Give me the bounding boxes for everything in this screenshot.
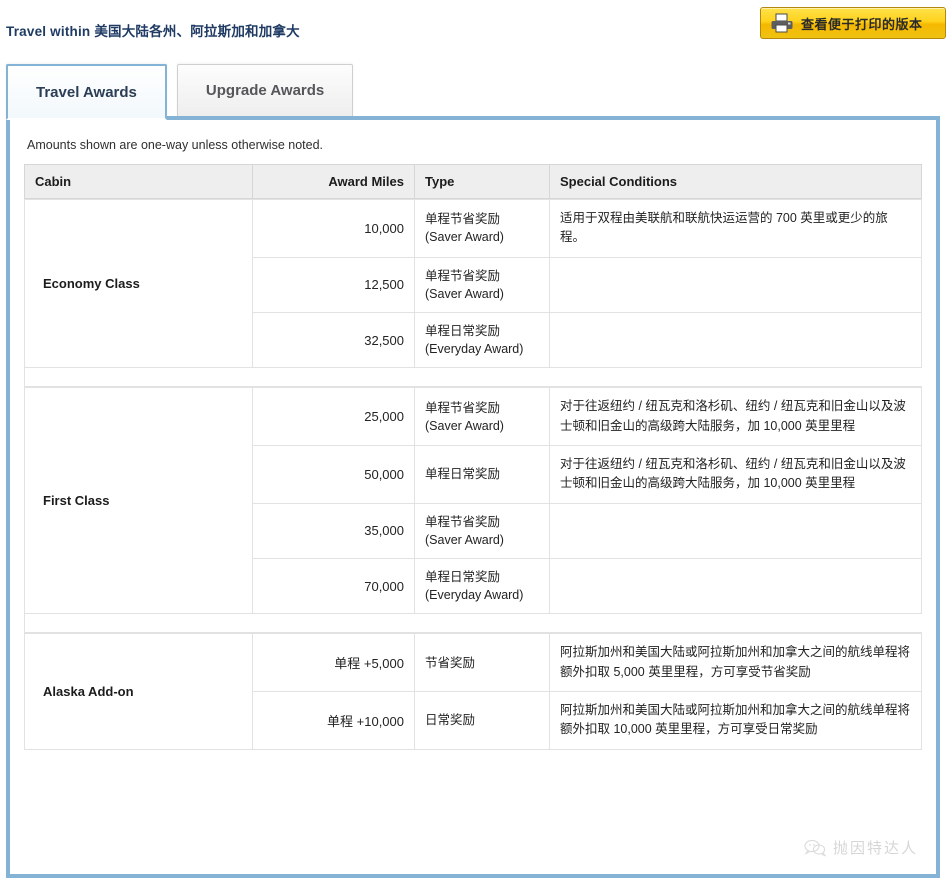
tab-bar: Travel Awards Upgrade Awards (6, 63, 354, 120)
cell-award-miles: 单程 +5,000 (252, 633, 414, 692)
cell-cabin: First Class (24, 387, 252, 615)
cell-award-miles: 70,000 (252, 559, 414, 615)
column-header-special-conditions: Special Conditions (549, 164, 922, 199)
column-header-award-miles: Award Miles (252, 164, 414, 199)
group-separator (24, 368, 922, 388)
column-header-cabin: Cabin (24, 164, 252, 199)
cell-award-miles: 32,500 (252, 313, 414, 369)
top-bar: Travel within 美国大陆各州、阿拉斯加和加拿大 查看便于打印的版本 (0, 0, 946, 45)
cell-type: 单程节省奖励 (Saver Award) (414, 387, 549, 446)
table-row: Alaska Add-on 单程 +5,000 节省奖励 阿拉斯加州和美国大陆或阿拉斯… (24, 633, 922, 750)
cell-award-miles: 10,000 (252, 199, 414, 258)
group-separator-cell (24, 368, 922, 388)
cell-award-miles: 12,500 (252, 257, 414, 313)
column-header-type: Type (414, 164, 549, 199)
cell-type: 单程节省奖励 (Saver Award) (414, 257, 549, 313)
tab-upgrade-awards-label: Upgrade Awards (205, 82, 325, 99)
amounts-note: Amounts shown are one-way unless otherwi… (27, 138, 323, 152)
group-separator (24, 614, 922, 634)
table-row: First Class 25,000 单程节省奖励 (Saver Award) 对于往返… (24, 387, 922, 615)
cell-special-conditions (549, 313, 922, 369)
table-header-row: Cabin Award Miles Type Special Condition… (24, 164, 922, 199)
cell-type: 日常奖励 (414, 692, 549, 750)
cell-special-conditions (549, 503, 922, 559)
cell-cabin: Alaska Add-on (24, 633, 252, 750)
cell-award-miles: 50,000 (252, 446, 414, 504)
cell-award-miles: 单程 +10,000 (252, 692, 414, 750)
cell-type: 单程节省奖励 (Saver Award) (414, 199, 549, 258)
printer-icon (771, 13, 793, 33)
cell-special-conditions: 适用于双程由美联航和联航快运运营的 700 英里或更少的旅程。 (549, 199, 922, 258)
cell-special-conditions: 对于往返纽约 / 纽瓦克和洛杉矶、纽约 / 纽瓦克和旧金山以及波士顿和旧金山的高… (549, 387, 922, 446)
tab-panel: Amounts shown are one-way unless otherwi… (6, 116, 940, 878)
page-title: Travel within 美国大陆各州、阿拉斯加和加拿大 (6, 20, 300, 40)
print-version-button[interactable]: 查看便于打印的版本 (760, 7, 946, 39)
table-body: Economy Class 10,000 单程节省奖励 (Saver Award) 适用… (24, 199, 922, 750)
cell-type: 节省奖励 (414, 633, 549, 692)
cell-type: 单程日常奖励 (Everyday Award) (414, 559, 549, 615)
cell-special-conditions: 阿拉斯加州和美国大陆或阿拉斯加州和加拿大之间的航线单程将额外扣取 10,000 … (549, 692, 922, 750)
cell-award-miles: 35,000 (252, 503, 414, 559)
page-title-zh: 美国大陆各州、阿拉斯加和加拿大 (94, 24, 300, 39)
tab-travel-awards[interactable]: Travel Awards (6, 64, 167, 120)
award-chart-table: Cabin Award Miles Type Special Condition… (24, 164, 922, 750)
tab-travel-awards-label: Travel Awards (36, 83, 137, 101)
page-title-en: Travel within (6, 24, 91, 39)
cell-special-conditions (549, 559, 922, 615)
print-version-label: 查看便于打印的版本 (801, 16, 923, 32)
cell-type: 单程节省奖励 (Saver Award) (414, 503, 549, 559)
tab-upgrade-awards[interactable]: Upgrade Awards (176, 64, 354, 116)
cell-type: 单程日常奖励 (414, 446, 549, 504)
page-root: Travel within 美国大陆各州、阿拉斯加和加拿大 查看便于打印的版本 … (0, 0, 946, 889)
cell-special-conditions: 对于往返纽约 / 纽瓦克和洛杉矶、纽约 / 纽瓦克和旧金山以及波士顿和旧金山的高… (549, 446, 922, 504)
table-row: Economy Class 10,000 单程节省奖励 (Saver Award) 适用… (24, 199, 922, 369)
cell-type: 单程日常奖励 (Everyday Award) (414, 313, 549, 369)
cell-special-conditions: 阿拉斯加州和美国大陆或阿拉斯加州和加拿大之间的航线单程将额外扣取 5,000 英… (549, 633, 922, 692)
cell-special-conditions (549, 257, 922, 313)
cell-cabin: Economy Class (24, 199, 252, 369)
group-separator-cell (24, 614, 922, 634)
cell-award-miles: 25,000 (252, 387, 414, 446)
